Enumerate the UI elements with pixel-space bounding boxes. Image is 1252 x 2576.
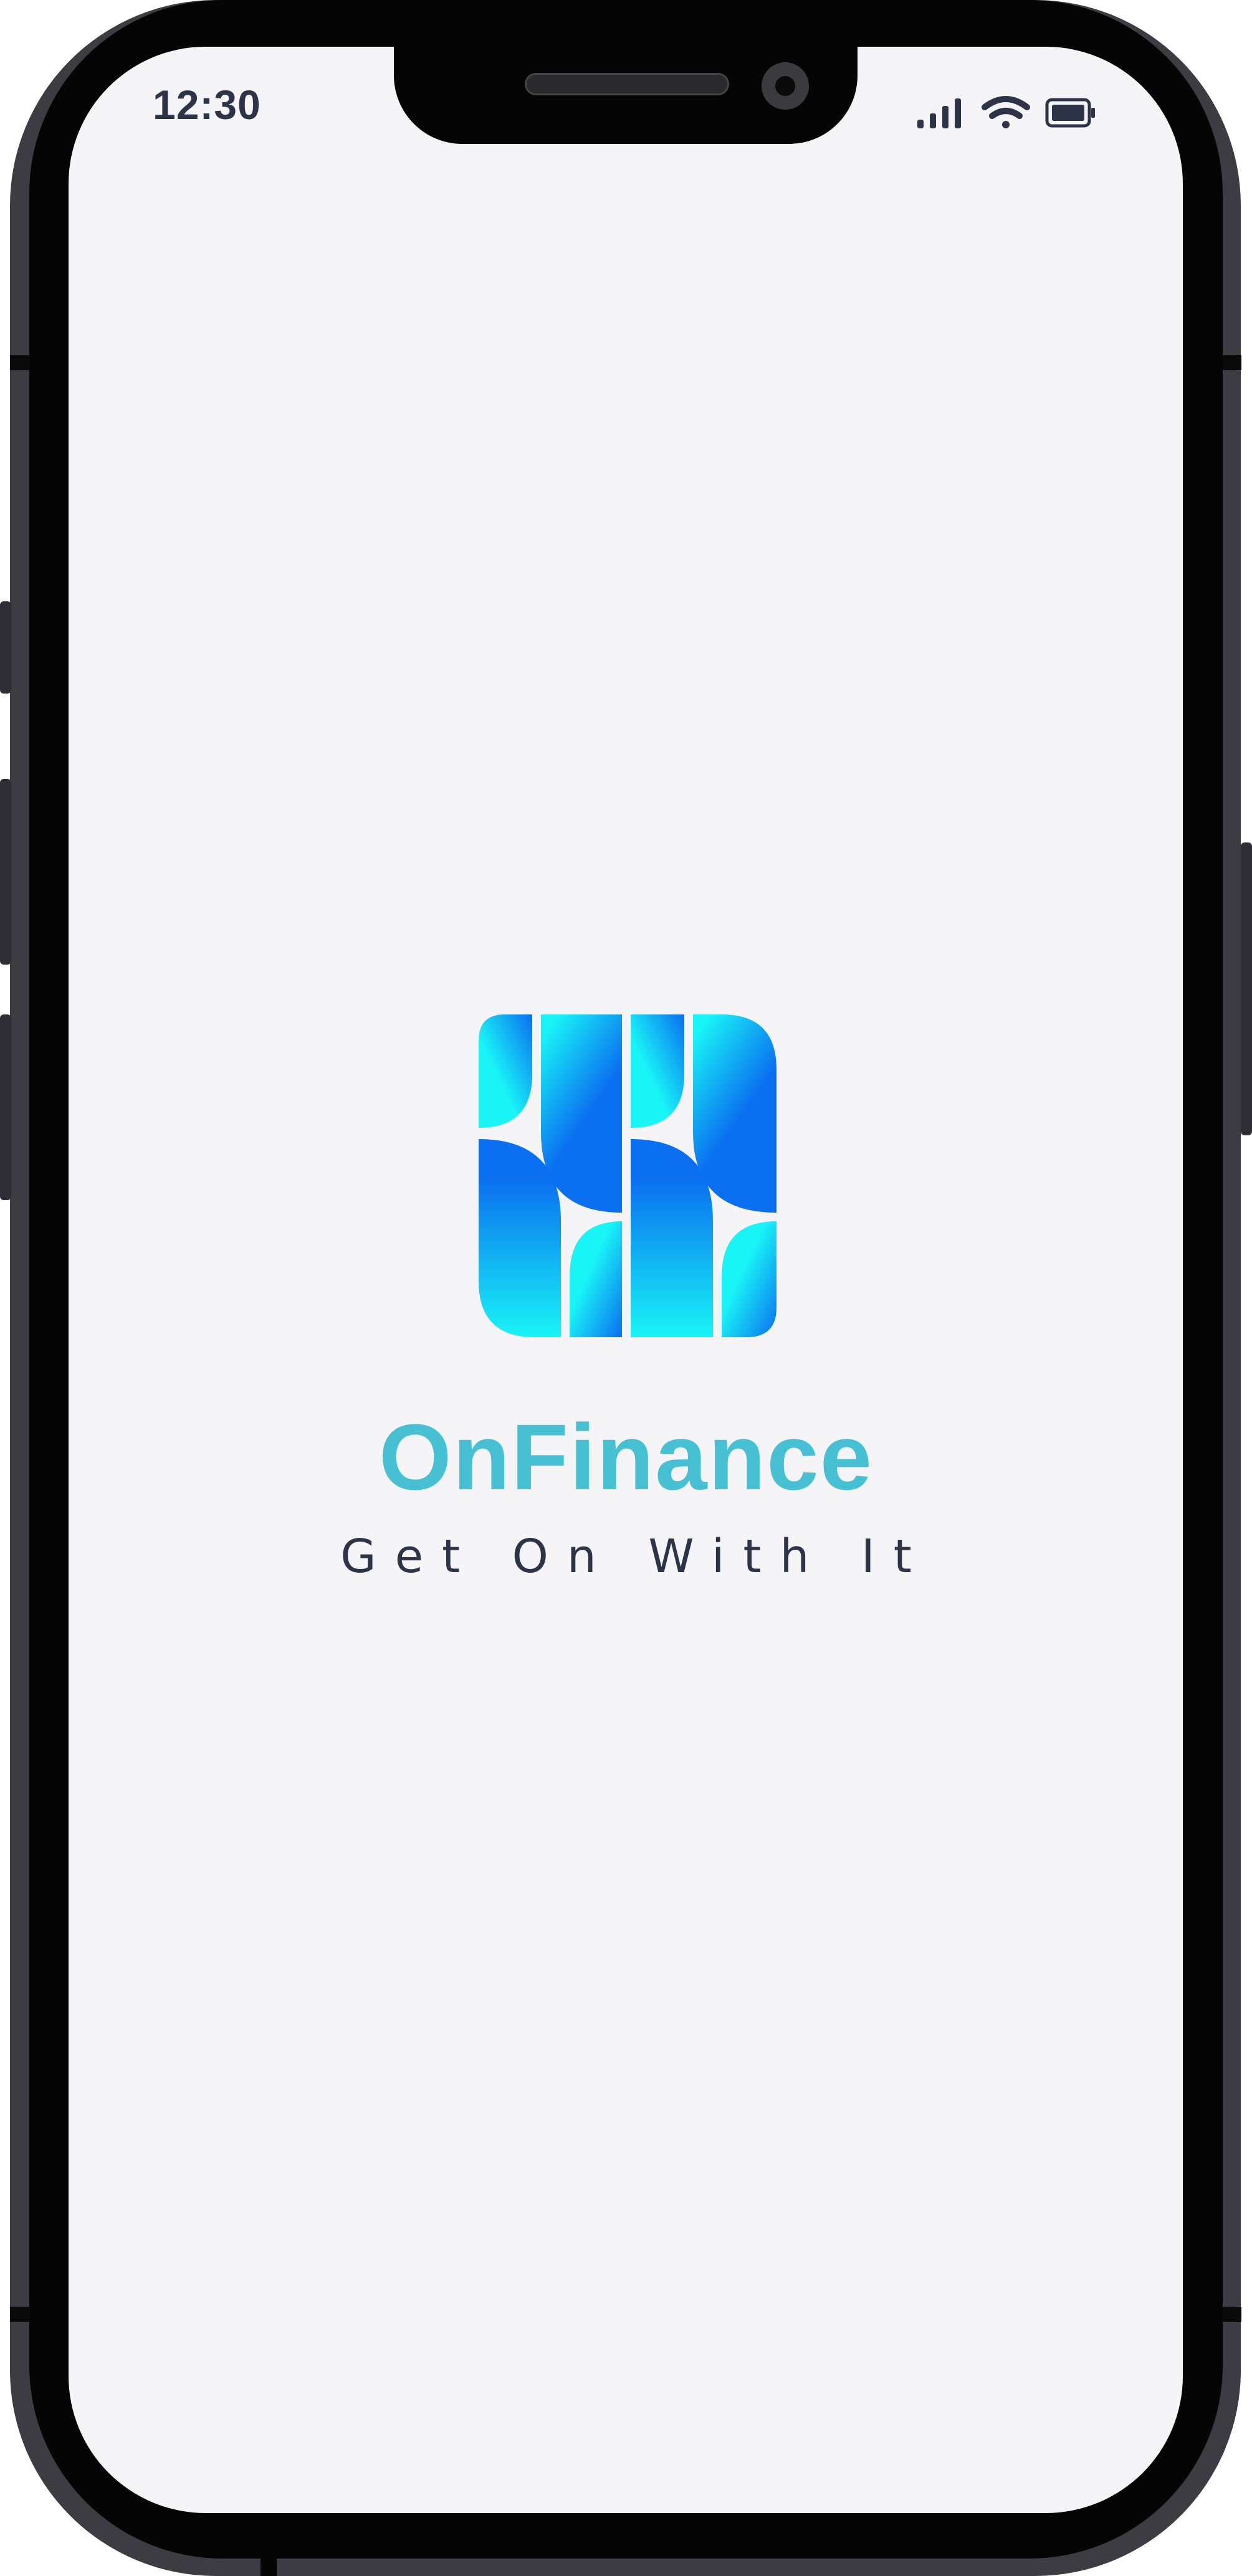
- antenna-band: [10, 2307, 30, 2322]
- phone-mockup: 12:30 OnFinance Get On With It: [0, 0, 1252, 2576]
- onfinance-logo-icon: [479, 1014, 777, 1337]
- logo-piece: [631, 1014, 684, 1128]
- front-camera: [762, 62, 809, 110]
- power-button: [1241, 842, 1252, 1135]
- earpiece-speaker: [525, 73, 729, 95]
- volume-up-button: [0, 779, 11, 965]
- logo-piece: [570, 1221, 622, 1337]
- app-tagline: Get On With It: [340, 1530, 930, 1583]
- status-icons: [917, 96, 1095, 128]
- logo-piece: [722, 1221, 777, 1337]
- antenna-band: [1223, 355, 1241, 370]
- status-time: 12:30: [153, 82, 261, 128]
- frame-tab: [260, 2555, 277, 2576]
- wifi-icon: [982, 96, 1030, 128]
- logo-piece: [479, 1014, 532, 1128]
- antenna-band: [1223, 2307, 1241, 2322]
- antenna-band: [10, 355, 30, 370]
- battery-icon: [1045, 98, 1095, 128]
- app-name: OnFinance: [378, 1405, 874, 1509]
- mute-switch: [0, 601, 11, 694]
- cellular-signal-icon: [917, 98, 961, 128]
- volume-down-button: [0, 1014, 11, 1200]
